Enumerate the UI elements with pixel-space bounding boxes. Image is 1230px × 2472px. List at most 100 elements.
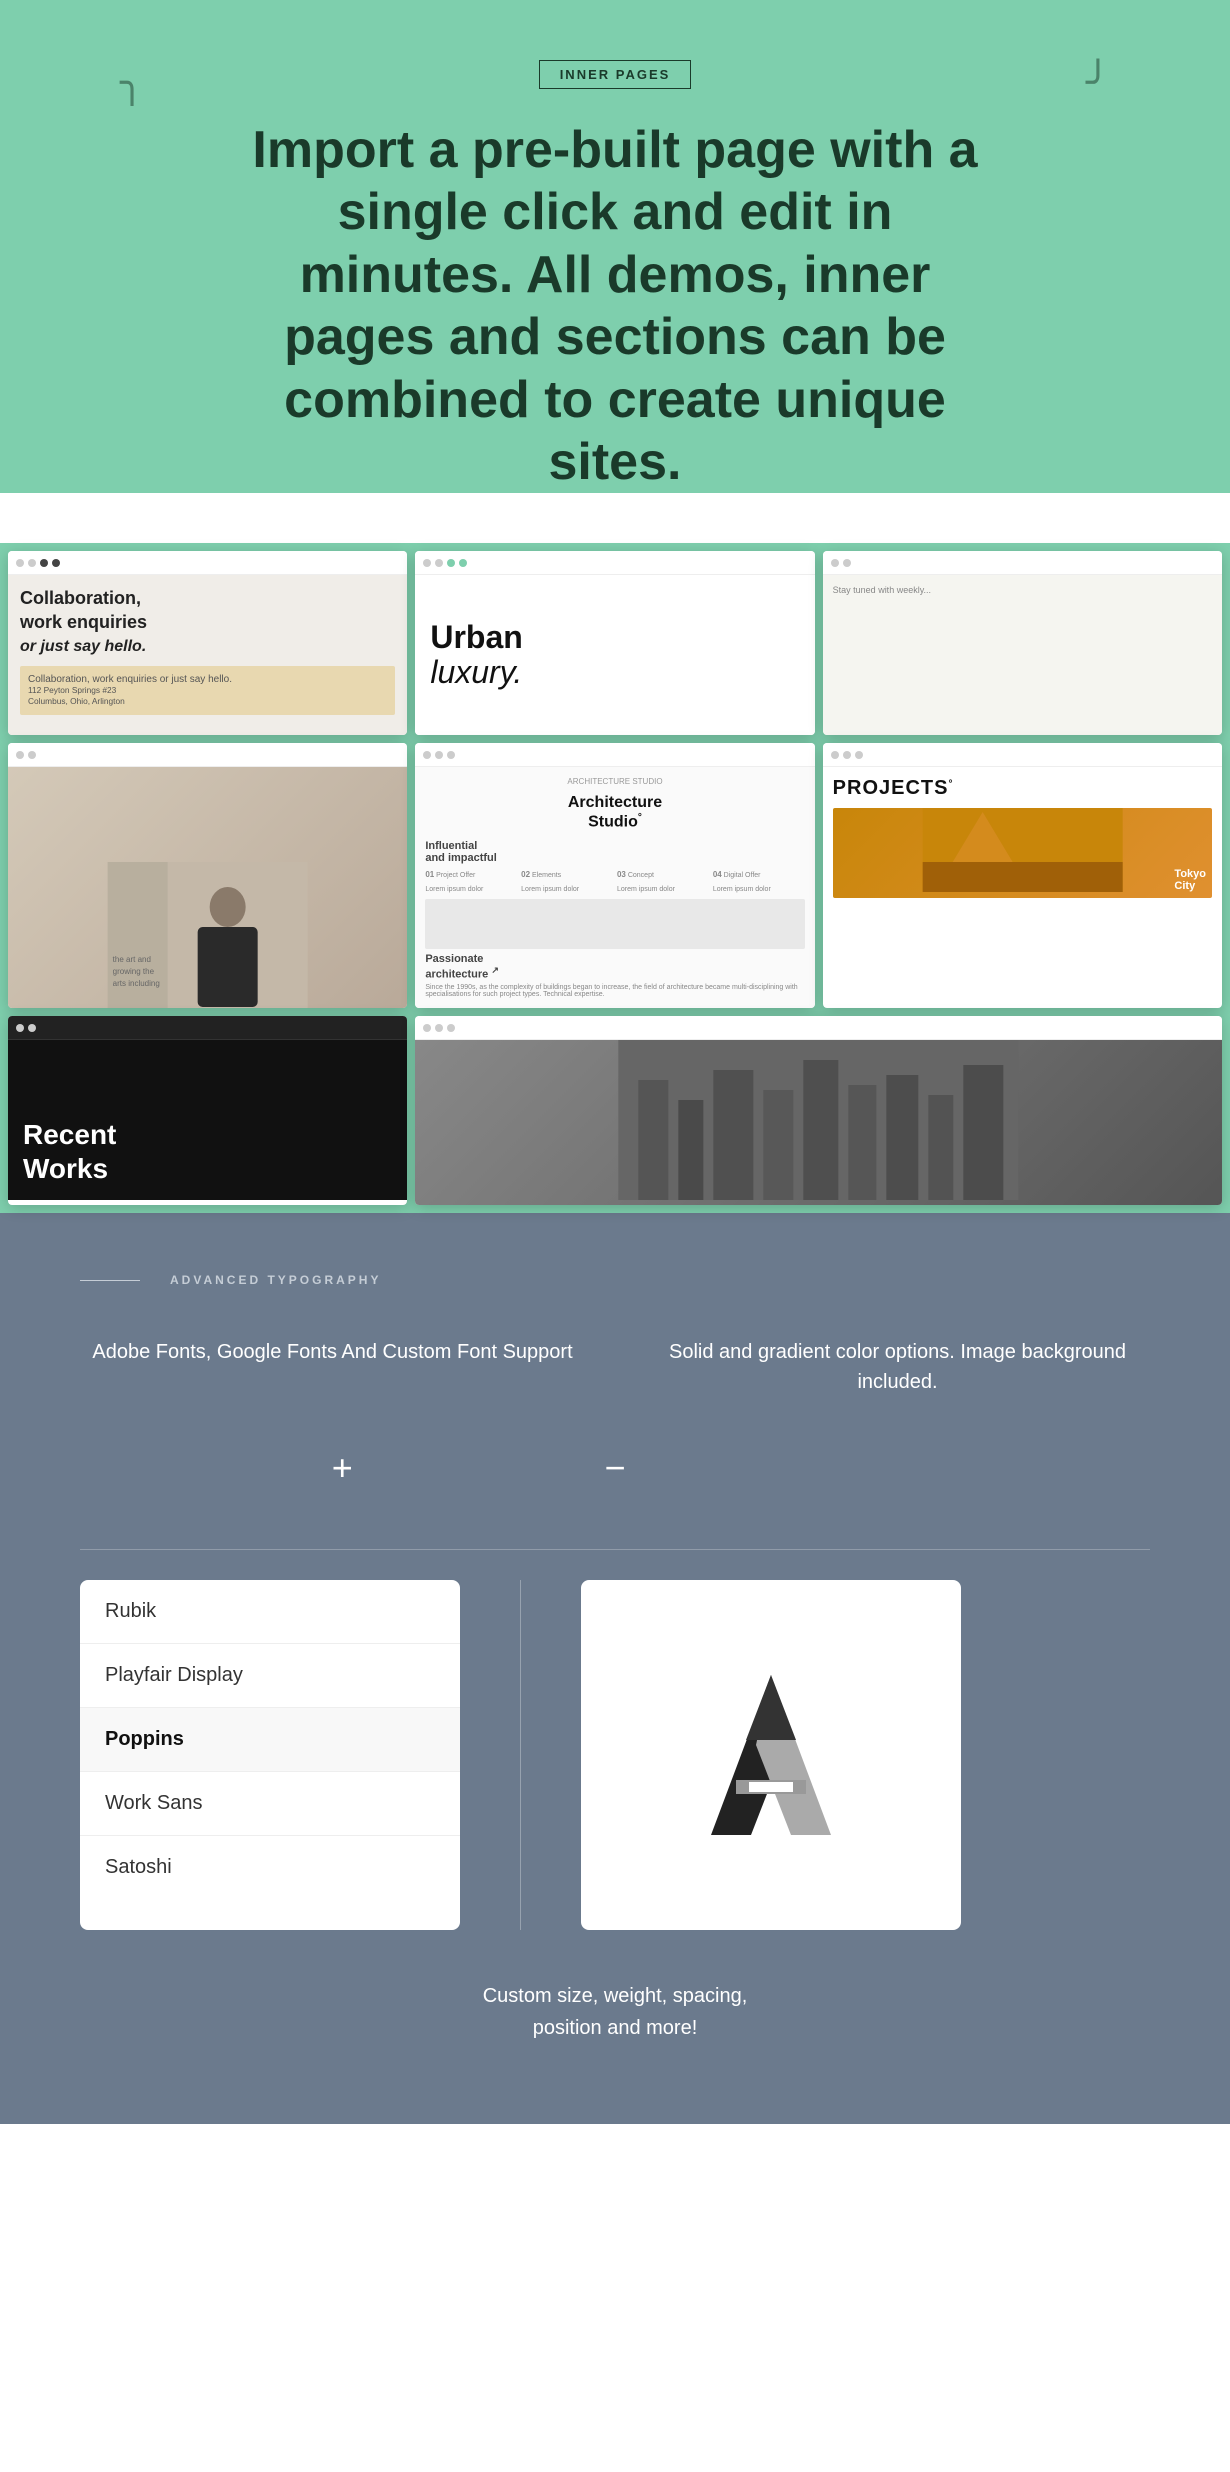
browser-bar-partial xyxy=(823,551,1222,575)
partial-content: Stay tuned with weekly... xyxy=(823,575,1222,735)
svg-text:arts including: arts including xyxy=(113,979,160,988)
label-text: ADVANCED TYPOGRAPHY xyxy=(170,1273,381,1287)
dot1 xyxy=(423,559,431,567)
arch-columns: 01 Project OfferLorem ipsum dolor 02 Ele… xyxy=(425,870,804,893)
dot1 xyxy=(16,559,24,567)
dot4 xyxy=(459,559,467,567)
screenshot-partial-right: Stay tuned with weekly... xyxy=(823,551,1222,735)
partial-text: Stay tuned with weekly... xyxy=(833,585,1212,595)
browser-bar-arch xyxy=(415,743,814,767)
dot3 xyxy=(447,1024,455,1032)
dot2 xyxy=(435,559,443,567)
top-section: ╮ ╯ INNER PAGES Import a pre-built page … xyxy=(0,0,1230,493)
aerial-city-icon xyxy=(415,1040,1222,1200)
plus-symbol[interactable]: + xyxy=(332,1447,353,1489)
urban-text: Urbanluxury. xyxy=(415,605,537,705)
arch-title: ArchitectureStudio° xyxy=(425,794,804,831)
dot2 xyxy=(28,559,36,567)
feature-right: Solid and gradient color options. Image … xyxy=(645,1337,1150,1397)
projects-card-body: PROJECTS° TokyoCity xyxy=(823,767,1222,927)
screenshot-contact: Collaboration,work enquiriesor just say … xyxy=(8,551,407,735)
consult-body: the art and growing the arts including xyxy=(8,767,407,1008)
plus-area: + xyxy=(80,1447,604,1519)
screenshots-section: Collaboration,work enquiriesor just say … xyxy=(0,543,1230,1213)
dot2 xyxy=(28,1024,36,1032)
projects-title: PROJECTS° xyxy=(833,777,1212,800)
dot2 xyxy=(843,751,851,759)
arch-col4: 04 Digital OfferLorem ipsum dolor xyxy=(713,870,805,893)
cards-row: Rubik Playfair Display Poppins Work Sans… xyxy=(80,1580,1150,1930)
font-item-worksans[interactable]: Work Sans xyxy=(80,1772,460,1836)
recent-card-body: RecentWorks xyxy=(8,1040,407,1200)
minus-symbol[interactable]: − xyxy=(604,1447,625,1489)
screenshot-projects: PROJECTS° TokyoCity xyxy=(823,743,1222,1008)
minus-area: − xyxy=(604,1447,625,1519)
dot2 xyxy=(843,559,851,567)
screenshot-consult: the art and growing the arts including xyxy=(8,743,407,1008)
dot1 xyxy=(831,559,839,567)
custom-size-text: Custom size, weight, spacing, position a… xyxy=(80,1980,1150,2044)
city-label: TokyoCity xyxy=(1174,868,1206,892)
browser-bar-contact xyxy=(8,551,407,575)
font-item-satoshi[interactable]: Satoshi xyxy=(80,1836,460,1899)
custom-text-line2: position and more! xyxy=(533,2017,698,2039)
recent-works-text: RecentWorks xyxy=(23,1118,116,1185)
dot3 xyxy=(447,751,455,759)
browser-bar-projects xyxy=(823,743,1222,767)
person-silhouette-icon: the art and growing the arts including xyxy=(18,862,397,1008)
dot1 xyxy=(16,1024,24,1032)
bottom-section: ADVANCED TYPOGRAPHY Adobe Fonts, Google … xyxy=(0,1213,1230,2124)
aerial-card-body xyxy=(415,1040,1222,1205)
feature-left: Adobe Fonts, Google Fonts And Custom Fon… xyxy=(80,1337,585,1397)
screenshot-architecture: ARCHITECTURE STUDIO ArchitectureStudio° … xyxy=(415,743,814,1008)
font-item-playfair[interactable]: Playfair Display xyxy=(80,1644,460,1708)
projects-building-img: TokyoCity xyxy=(833,808,1212,898)
horizontal-divider xyxy=(80,1549,1150,1550)
urban-card-body: Urbanluxury. xyxy=(415,575,814,735)
dot3 xyxy=(40,559,48,567)
advanced-typography-label: ADVANCED TYPOGRAPHY xyxy=(80,1273,1150,1287)
font-item-rubik[interactable]: Rubik xyxy=(80,1580,460,1644)
dot1 xyxy=(16,751,24,759)
browser-bar-aerial xyxy=(415,1016,1222,1040)
browser-bar-consult xyxy=(8,743,407,767)
dot1 xyxy=(831,751,839,759)
arch-influential: Influentialand impactful xyxy=(425,840,804,864)
dot2 xyxy=(435,1024,443,1032)
vertical-divider xyxy=(520,1580,521,1930)
arch-description: Since the 1990s, as the complexity of bu… xyxy=(425,984,804,998)
svg-text:the art and: the art and xyxy=(113,955,151,964)
browser-bar-urban xyxy=(415,551,814,575)
hero-title: Import a pre-built page with a single cl… xyxy=(225,119,1005,493)
curl-right-decoration: ╯ xyxy=(1086,60,1110,106)
font-name-rubik: Rubik xyxy=(105,1600,156,1622)
screenshot-urban: Urbanluxury. xyxy=(415,551,814,735)
svg-text:growing the: growing the xyxy=(113,967,155,976)
screenshot-recent-works: RecentWorks xyxy=(8,1016,407,1205)
dot4 xyxy=(52,559,60,567)
screenshot-aerial xyxy=(415,1016,1222,1205)
dot3 xyxy=(855,751,863,759)
font-name-worksans: Work Sans xyxy=(105,1792,202,1814)
inner-pages-badge: INNER PAGES xyxy=(539,60,692,89)
letter-a-preview-icon xyxy=(691,1665,851,1845)
font-item-poppins[interactable]: Poppins xyxy=(80,1708,460,1772)
arch-col3: 03 ConceptLorem ipsum dolor xyxy=(617,870,709,893)
arch-col2: 02 ElementsLorem ipsum dolor xyxy=(521,870,613,893)
dot1 xyxy=(423,751,431,759)
screenshots-grid: Collaboration,work enquiriesor just say … xyxy=(0,543,1230,1213)
font-name-satoshi: Satoshi xyxy=(105,1856,172,1878)
typography-features: Adobe Fonts, Google Fonts And Custom Fon… xyxy=(80,1337,1150,1397)
font-preview-card xyxy=(581,1580,961,1930)
building-icon xyxy=(839,808,1206,892)
arch-passionate: Passionatearchitecture ↗ xyxy=(425,953,804,981)
custom-text-line1: Custom size, weight, spacing, xyxy=(483,1985,748,2007)
arch-col1: 01 Project OfferLorem ipsum dolor xyxy=(425,870,517,893)
curl-left-decoration: ╮ xyxy=(120,60,144,106)
dot1 xyxy=(423,1024,431,1032)
contact-info-box: Collaboration, work enquiries or just sa… xyxy=(20,666,395,715)
arch-studio-label: ARCHITECTURE STUDIO xyxy=(425,777,804,786)
arch-building-img xyxy=(425,899,804,949)
controls-row: + − xyxy=(80,1447,1150,1519)
browser-bar-recent xyxy=(8,1016,407,1040)
